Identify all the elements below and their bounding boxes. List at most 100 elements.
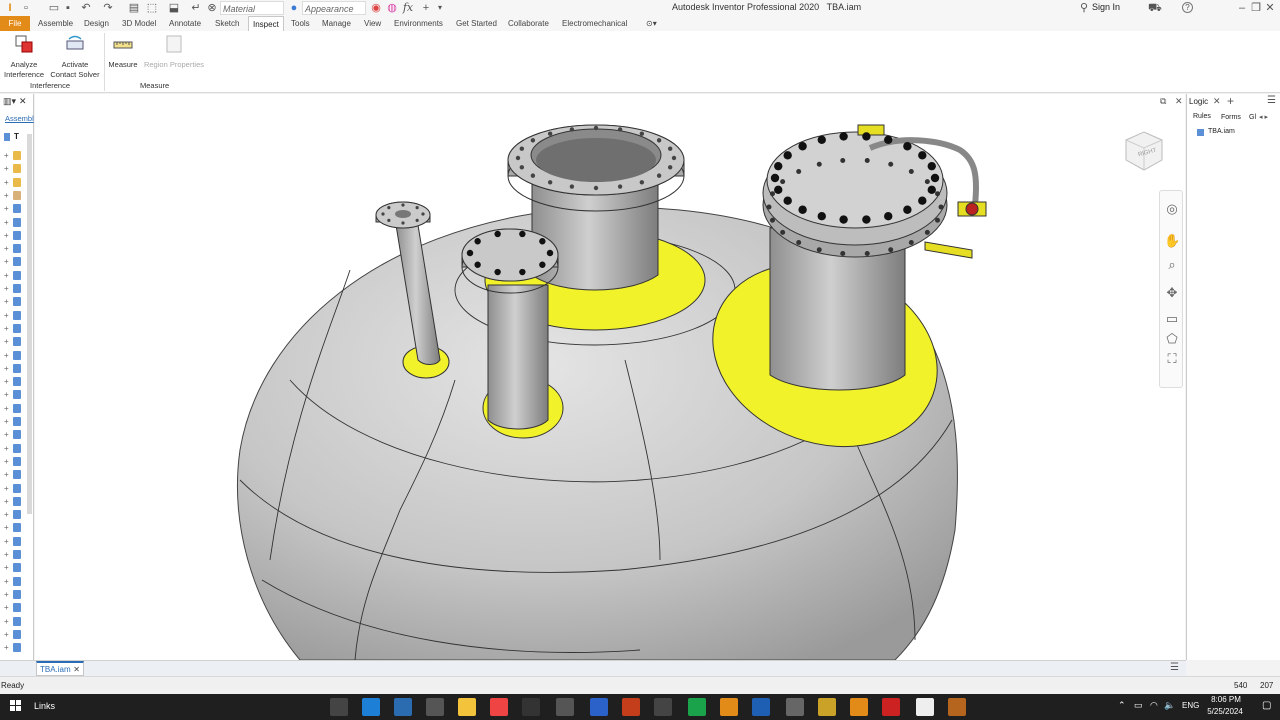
browser-tree-row[interactable]: +	[2, 376, 28, 387]
browser-tree-row[interactable]: +	[2, 243, 28, 254]
user-icon[interactable]: ⚲	[1078, 2, 1090, 14]
app-icon[interactable]	[720, 698, 738, 716]
browser-tree-row[interactable]: +	[2, 483, 28, 494]
camtasia-icon[interactable]	[688, 698, 706, 716]
ilogic-item-tba[interactable]: TBA.iam	[1208, 128, 1235, 135]
plus-icon[interactable]: +	[420, 2, 432, 14]
ilogic-tab-global[interactable]: Gl	[1249, 114, 1256, 121]
browser-tree-row[interactable]: +	[2, 163, 28, 174]
browser-root-label[interactable]: T	[14, 132, 19, 141]
ilogic-close-icon[interactable]: ✕	[1213, 96, 1221, 107]
tab-tools[interactable]: Tools	[291, 16, 310, 31]
browser-tab-assembly[interactable]: Assembl	[5, 114, 34, 123]
browser-tree-row[interactable]: +	[2, 270, 28, 281]
browser-tree-row[interactable]: +	[2, 443, 28, 454]
sign-in-link[interactable]: Sign In	[1092, 2, 1120, 12]
expand-icon[interactable]: +	[4, 590, 11, 598]
pan-icon[interactable]: ✋	[1164, 233, 1180, 249]
orbit-icon[interactable]: ✥	[1164, 285, 1180, 301]
activate-contact-solver-button[interactable]: Activate Contact Solver	[48, 33, 102, 80]
volume-icon[interactable]: 🔈	[1164, 700, 1175, 711]
tab-overflow-icon[interactable]: ⊙▾	[646, 16, 657, 31]
file-explorer-alt-icon[interactable]	[330, 698, 348, 716]
expand-icon[interactable]: +	[4, 564, 11, 572]
mail-icon[interactable]	[394, 698, 412, 716]
minimize-icon[interactable]: –	[1236, 2, 1248, 14]
save-icon[interactable]: ▪	[62, 2, 74, 14]
clear-appearance-icon[interactable]: ◉	[370, 2, 382, 14]
expand-icon[interactable]: +	[4, 285, 11, 293]
browser-tree-row[interactable]: +	[2, 429, 28, 440]
expand-icon[interactable]: +	[4, 351, 11, 359]
select-icon[interactable]: ⬚	[146, 2, 158, 14]
free-orbit-icon[interactable]: ⬠	[1164, 331, 1180, 347]
expand-icon[interactable]: +	[4, 418, 11, 426]
edge-icon[interactable]	[362, 698, 380, 716]
appearance-icon[interactable]: ●	[288, 2, 300, 14]
browser-tree-row[interactable]: +	[2, 283, 28, 294]
close-icon[interactable]: ✕	[1264, 2, 1276, 14]
help-icon[interactable]: ?	[1182, 2, 1193, 13]
language-indicator[interactable]: ENG	[1182, 701, 1199, 710]
browser-tree-row[interactable]: +	[2, 363, 28, 374]
expand-icon[interactable]: +	[4, 471, 11, 479]
redo-icon[interactable]: ↷	[102, 2, 114, 14]
ilogic-menu-icon[interactable]: ☰	[1267, 95, 1276, 106]
expand-icon[interactable]: +	[4, 152, 11, 160]
measure-button[interactable]: Measure	[106, 33, 140, 70]
inventor-logo-icon[interactable]: I	[4, 2, 16, 14]
tab-electromechanical[interactable]: Electromechanical	[562, 16, 627, 31]
browser-close-icon[interactable]: ✕	[19, 96, 27, 107]
ilogic-tab-forms[interactable]: Forms	[1221, 114, 1241, 121]
browser-tree-row[interactable]: +	[2, 256, 28, 267]
properties-icon[interactable]: ▤	[128, 2, 140, 14]
browser-tree-row[interactable]: +	[2, 549, 28, 560]
doc-tab-tba[interactable]: TBA.iam ✕	[36, 661, 84, 676]
expand-icon[interactable]: +	[4, 205, 11, 213]
expand-icon[interactable]: +	[4, 604, 11, 612]
browser-tree-row[interactable]: +	[2, 350, 28, 361]
expand-icon[interactable]: +	[4, 630, 11, 638]
expand-icon[interactable]: +	[4, 364, 11, 372]
app-icon[interactable]	[426, 698, 444, 716]
network-icon[interactable]: ▭	[1134, 700, 1143, 711]
browser-tree-row[interactable]: +	[2, 496, 28, 507]
tab-manage[interactable]: Manage	[322, 16, 351, 31]
vessel-model[interactable]	[35, 94, 1185, 660]
browser-tree-row[interactable]: +	[2, 602, 28, 613]
ilogic-tab-rules[interactable]: Rules	[1193, 113, 1211, 120]
app-icon[interactable]	[590, 698, 608, 716]
maximize-view-icon[interactable]: ⧉	[1160, 96, 1166, 107]
browser-tree-row[interactable]: +	[2, 310, 28, 321]
expand-icon[interactable]: +	[4, 617, 11, 625]
browser-tree-row[interactable]: +	[2, 589, 28, 600]
cart-icon[interactable]: ⛟	[1148, 2, 1162, 14]
clock-time[interactable]: 8:06 PM	[1208, 695, 1244, 704]
expand-icon[interactable]: +	[4, 271, 11, 279]
doc-tab-close-icon[interactable]: ✕	[73, 663, 80, 676]
browser-tree-row[interactable]: +	[2, 642, 28, 653]
tray-chevron-icon[interactable]: ⌃	[1118, 700, 1126, 711]
tab-inspect[interactable]: Inspect	[248, 16, 284, 31]
expand-icon[interactable]: +	[4, 178, 11, 186]
fx-button[interactable]: fx	[402, 2, 414, 14]
return-icon[interactable]: ↵	[190, 2, 202, 14]
browser-tree-row[interactable]: +	[2, 203, 28, 214]
update-icon[interactable]: ⬓	[168, 2, 180, 14]
qat-dropdown-icon[interactable]: ▾	[434, 2, 446, 14]
taskbar-links[interactable]: Links	[34, 701, 55, 711]
browser-tree-row[interactable]: +	[2, 416, 28, 427]
expand-icon[interactable]: +	[4, 245, 11, 253]
tab-get-started[interactable]: Get Started	[456, 16, 497, 31]
browser-tree-row[interactable]: +	[2, 629, 28, 640]
app-icon[interactable]	[522, 698, 540, 716]
browser-tree-row[interactable]: +	[2, 150, 28, 161]
browser-tree-row[interactable]: +	[2, 217, 28, 228]
windows-start-icon[interactable]	[10, 700, 22, 712]
expand-icon[interactable]: +	[4, 311, 11, 319]
adjust-icon[interactable]: ◍	[386, 2, 398, 14]
expand-icon[interactable]: +	[4, 537, 11, 545]
expand-icon[interactable]: +	[4, 298, 11, 306]
notification-icon[interactable]: ▢	[1262, 700, 1271, 711]
browser-tree-row[interactable]: +	[2, 296, 28, 307]
